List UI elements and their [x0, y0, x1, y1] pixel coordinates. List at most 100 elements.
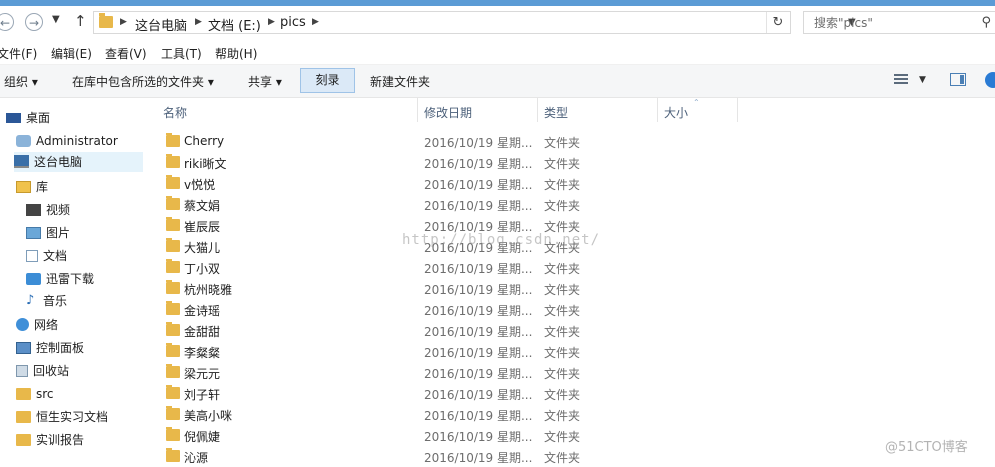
file-row[interactable]: 沁源 2016/10/19 星期... 文件夹: [145, 446, 995, 467]
file-row[interactable]: 金甜甜 2016/10/19 星期... 文件夹: [145, 320, 995, 341]
file-row[interactable]: 杭州晓雅 2016/10/19 星期... 文件夹: [145, 278, 995, 299]
search-icon[interactable]: ⚲: [981, 15, 991, 30]
file-date-modified: 2016/10/19 星期...: [424, 199, 533, 213]
nav-item-network[interactable]: 网络: [16, 315, 58, 335]
chevron-right-icon[interactable]: ▶: [268, 17, 275, 27]
nav-item-desktop[interactable]: 桌面: [6, 108, 50, 128]
file-row[interactable]: riki晰文 2016/10/19 星期... 文件夹: [145, 152, 995, 173]
file-row[interactable]: 美高小咪 2016/10/19 星期... 文件夹: [145, 404, 995, 425]
breadcrumb-this-pc[interactable]: 这台电脑: [135, 15, 187, 34]
nav-item-thunder-downloads[interactable]: 迅雷下载: [26, 269, 94, 289]
file-type: 文件夹: [544, 451, 581, 465]
address-row: ← → ▼ ↑ ▶ 这台电脑 ▶ 文档 (E:) ▶ pics ▶ ▼ ↻ ⚲: [0, 6, 995, 39]
recent-locations-dropdown[interactable]: ▼: [52, 14, 60, 25]
document-icon: [26, 249, 38, 262]
breadcrumb-drive-e[interactable]: 文档 (E:): [208, 15, 261, 34]
picture-icon: [26, 226, 41, 239]
file-type: 文件夹: [544, 136, 581, 150]
file-name: 杭州晓雅: [184, 283, 233, 297]
nav-item-training-report[interactable]: 实训报告: [16, 430, 84, 450]
menu-view[interactable]: 查看(V): [105, 45, 147, 62]
folder-icon: [166, 196, 180, 210]
column-header-size[interactable]: 大小: [664, 104, 688, 121]
watermark-url: http://blog.csdn.net/: [402, 232, 601, 248]
folder-icon: [16, 387, 31, 400]
folder-icon: [16, 433, 31, 446]
file-row[interactable]: Cherry 2016/10/19 星期... 文件夹: [145, 131, 995, 152]
column-divider[interactable]: [737, 98, 738, 122]
back-button[interactable]: ←: [0, 13, 14, 31]
new-folder-button[interactable]: 新建文件夹: [370, 73, 430, 90]
nav-label: Administrator: [36, 134, 118, 148]
file-row[interactable]: 丁小双 2016/10/19 星期... 文件夹: [145, 257, 995, 278]
folder-icon: [166, 343, 180, 357]
nav-item-libraries[interactable]: 库: [16, 177, 48, 197]
share-button[interactable]: 共享 ▾: [248, 73, 282, 90]
nav-item-administrator[interactable]: Administrator: [16, 131, 118, 151]
organize-button[interactable]: 组织 ▾: [4, 73, 38, 90]
file-row[interactable]: 倪佩婕 2016/10/19 星期... 文件夹: [145, 425, 995, 446]
address-bar[interactable]: ▶ 这台电脑 ▶ 文档 (E:) ▶ pics ▶ ▼ ↻: [93, 11, 856, 34]
file-row[interactable]: 蔡文娟 2016/10/19 星期... 文件夹: [145, 194, 995, 215]
up-arrow-icon[interactable]: ↑: [74, 12, 87, 30]
file-row[interactable]: 李粲粲 2016/10/19 星期... 文件夹: [145, 341, 995, 362]
menu-file[interactable]: 文件(F): [0, 45, 37, 62]
nav-item-hengsheng-docs[interactable]: 恒生实习文档: [16, 407, 108, 427]
file-name: 沁源: [184, 451, 209, 465]
file-name: 金诗瑶: [184, 304, 221, 318]
include-in-library-button[interactable]: 在库中包含所选的文件夹 ▾: [72, 73, 214, 90]
file-row[interactable]: 刘子轩 2016/10/19 星期... 文件夹: [145, 383, 995, 404]
nav-item-documents[interactable]: 文档: [26, 246, 67, 266]
nav-label: 恒生实习文档: [36, 410, 109, 424]
menu-help[interactable]: 帮助(H): [215, 45, 257, 62]
burn-button[interactable]: 刻录: [300, 68, 355, 93]
column-divider[interactable]: [537, 98, 538, 122]
column-divider[interactable]: [417, 98, 418, 122]
nav-label: 回收站: [33, 364, 70, 378]
file-row[interactable]: 金诗瑶 2016/10/19 星期... 文件夹: [145, 299, 995, 320]
column-header-name[interactable]: 名称: [163, 104, 187, 121]
nav-item-videos[interactable]: 视频: [26, 200, 70, 220]
search-input[interactable]: [812, 15, 976, 31]
video-icon: [26, 203, 41, 216]
column-header-date-modified[interactable]: 修改日期: [424, 104, 472, 121]
desktop-icon: [6, 112, 21, 123]
nav-item-recycle-bin[interactable]: 回收站: [16, 361, 69, 381]
library-icon: [16, 180, 31, 193]
menu-edit[interactable]: 编辑(E): [51, 45, 92, 62]
watermark-site: @51CTO博客: [885, 440, 968, 455]
search-box[interactable]: ⚲: [803, 11, 995, 34]
help-icon[interactable]: [985, 72, 995, 88]
nav-item-music[interactable]: ♪ 音乐: [26, 291, 67, 311]
file-row[interactable]: v悦悦 2016/10/19 星期... 文件夹: [145, 173, 995, 194]
menu-tools[interactable]: 工具(T): [161, 45, 202, 62]
folder-icon: [166, 448, 180, 462]
chevron-down-icon[interactable]: ▼: [919, 75, 926, 85]
file-type: 文件夹: [544, 157, 581, 171]
chevron-right-icon[interactable]: ▶: [312, 17, 319, 27]
view-options-icon[interactable]: [894, 74, 910, 86]
column-header-type[interactable]: 类型: [544, 104, 568, 121]
nav-item-this-pc[interactable]: 这台电脑: [14, 152, 143, 172]
file-row[interactable]: 梁元元 2016/10/19 星期... 文件夹: [145, 362, 995, 383]
file-list: Cherry 2016/10/19 星期... 文件夹 riki晰文 2016/10/1…: [145, 131, 995, 465]
refresh-icon[interactable]: ↻: [766, 12, 789, 33]
file-name: 倪佩婕: [184, 430, 221, 444]
file-name: v悦悦: [184, 178, 216, 192]
folder-icon: [166, 175, 180, 189]
chevron-right-icon[interactable]: ▶: [195, 17, 202, 27]
preview-pane-icon[interactable]: [950, 73, 966, 86]
column-divider[interactable]: [657, 98, 658, 122]
forward-button[interactable]: →: [25, 13, 43, 31]
nav-item-control-panel[interactable]: 控制面板: [16, 338, 84, 358]
nav-label: 网络: [34, 318, 59, 332]
folder-icon: [166, 238, 180, 252]
breadcrumb-pics[interactable]: pics: [280, 15, 306, 30]
chevron-right-icon[interactable]: ▶: [120, 17, 127, 27]
folder-icon: [166, 406, 180, 420]
file-name: 李粲粲: [184, 346, 221, 360]
folder-icon: [166, 364, 180, 378]
nav-item-src[interactable]: src: [16, 384, 54, 404]
nav-item-pictures[interactable]: 图片: [26, 223, 70, 243]
file-type: 文件夹: [544, 262, 581, 276]
